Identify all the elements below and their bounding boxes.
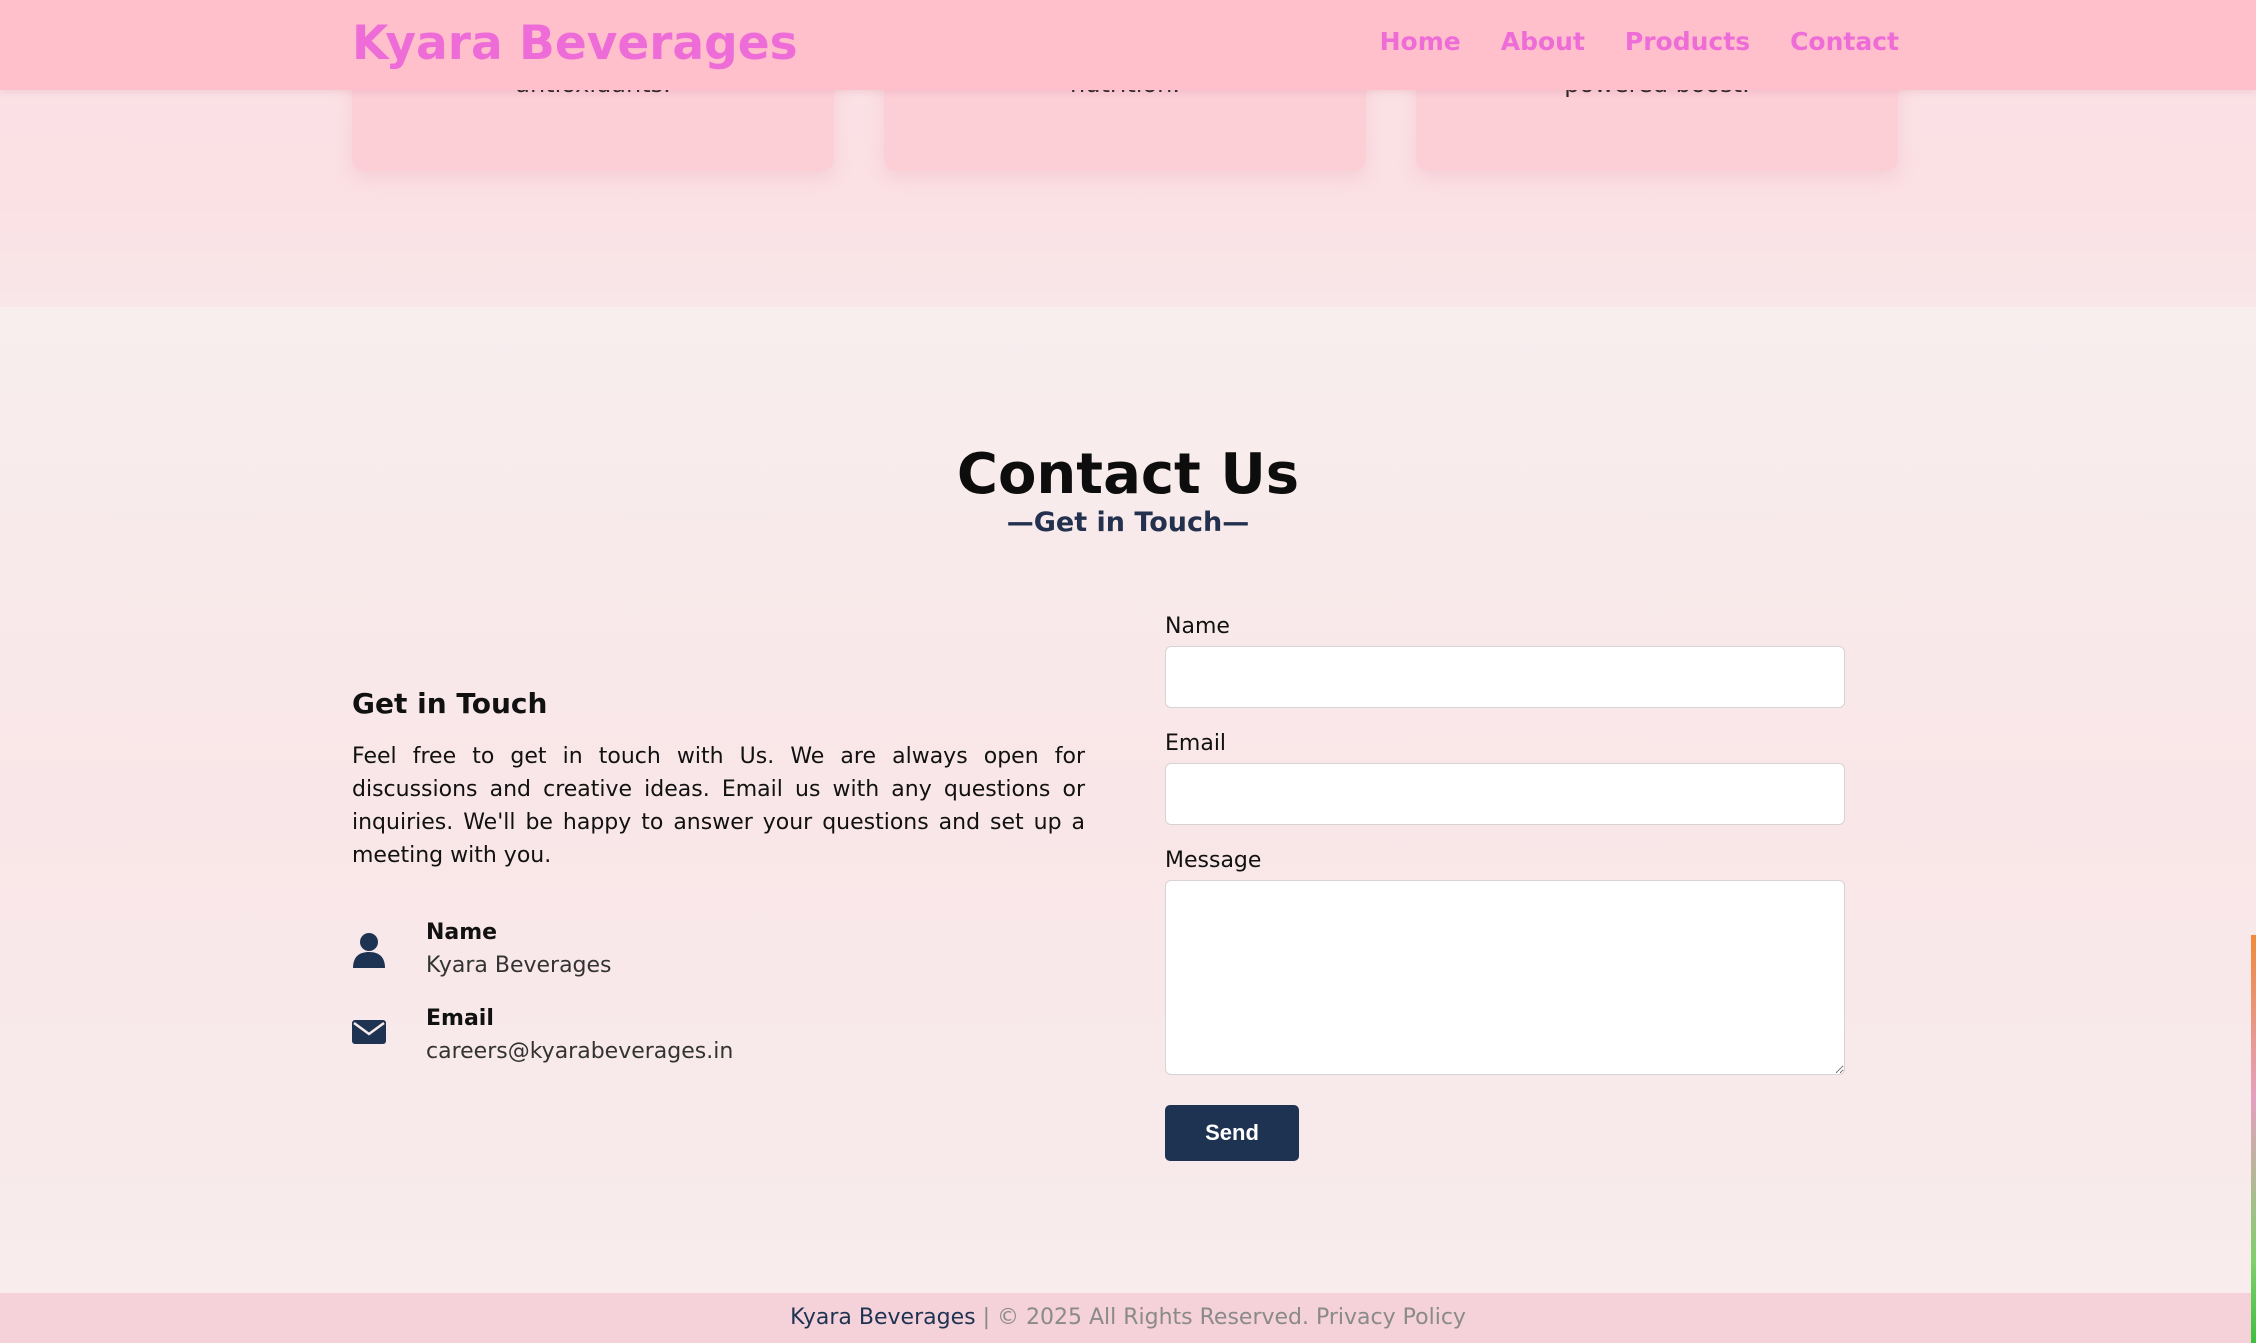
info-value: careers@kyarabeverages.in: [426, 1039, 734, 1064]
message-label: Message: [1165, 848, 1262, 873]
info-heading: Get in Touch: [352, 687, 548, 720]
message-textarea[interactable]: [1165, 880, 1845, 1075]
nav-link-products[interactable]: Products: [1625, 27, 1750, 56]
envelope-icon: [352, 1006, 426, 1050]
footer-brand: Kyara Beverages: [790, 1305, 976, 1330]
contact-section: Contact Us —Get in Touch— Get in Touch F…: [0, 307, 2256, 1293]
email-label: Email: [1165, 731, 1227, 756]
info-value: Kyara Beverages: [426, 953, 612, 978]
page: antioxidants. nutrition. powered boost. …: [0, 0, 2256, 1343]
nav-link-home[interactable]: Home: [1380, 27, 1461, 56]
email-input[interactable]: [1165, 763, 1845, 825]
send-button[interactable]: Send: [1165, 1105, 1299, 1161]
info-body: Feel free to get in touch with Us. We ar…: [352, 744, 1085, 868]
scrollbar-accent: [2251, 935, 2256, 1343]
info-label: Name: [426, 920, 498, 945]
contact-info: Get in Touch Feel free to get in touch w…: [352, 687, 1085, 1064]
name-input[interactable]: [1165, 646, 1845, 708]
info-item-email: Email careers@kyarabeverages.in: [352, 1006, 1085, 1064]
footer: Kyara Beverages | © 2025 All Rights Rese…: [0, 1293, 2256, 1343]
section-subtitle: —Get in Touch—: [1006, 507, 1250, 538]
brand-logo[interactable]: Kyara Beverages: [352, 16, 798, 71]
nav-links: Home About Products Contact: [1380, 27, 1899, 56]
section-title: Contact Us: [956, 442, 1300, 507]
name-label: Name: [1165, 614, 1230, 639]
info-item-name: Name Kyara Beverages: [352, 920, 1085, 978]
info-label: Email: [426, 1006, 494, 1031]
nav-link-about[interactable]: About: [1501, 27, 1585, 56]
nav-link-contact[interactable]: Contact: [1790, 27, 1899, 56]
navbar: Kyara Beverages Home About Products Cont…: [0, 0, 2256, 90]
contact-form: Name Email Message Send: [1165, 614, 1845, 1161]
user-icon: [352, 920, 426, 972]
footer-copyright[interactable]: | © 2025 All Rights Reserved. Privacy Po…: [976, 1305, 1466, 1330]
